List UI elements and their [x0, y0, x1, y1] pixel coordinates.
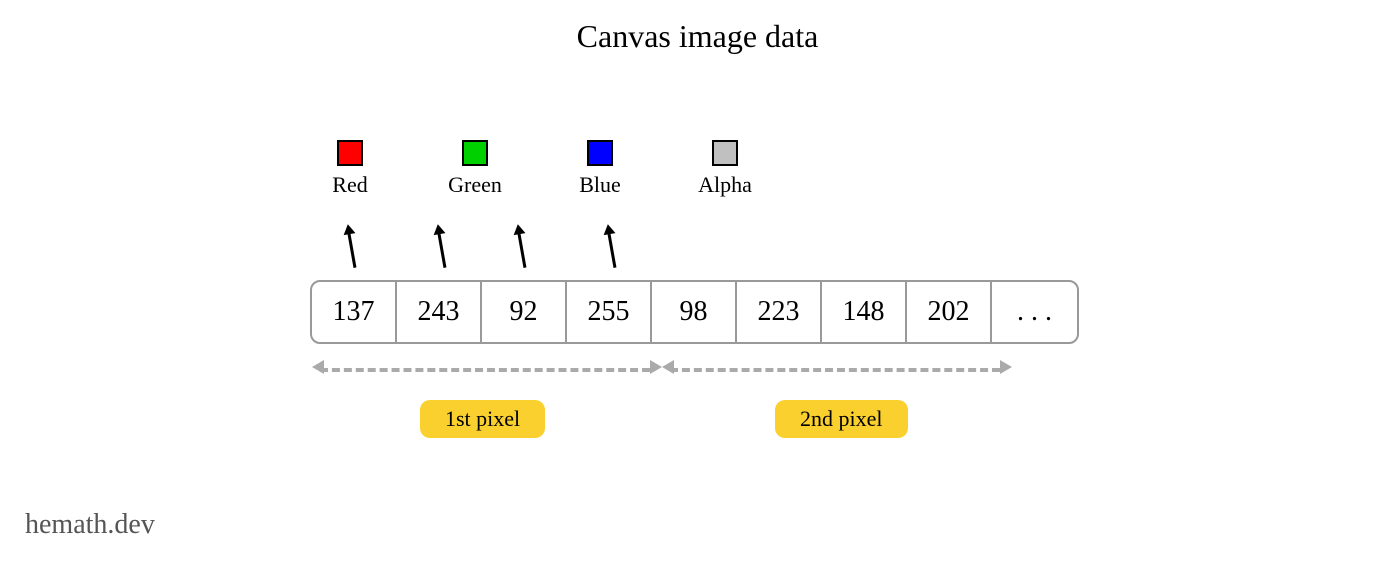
array-cell: 223 [737, 282, 822, 342]
arrow-right-icon [1000, 360, 1012, 374]
channel-label: Red [332, 172, 367, 198]
channel-legend: Red Green Blue Alpha [320, 140, 755, 198]
arrow-left-icon [312, 360, 324, 374]
channel-label: Blue [579, 172, 621, 198]
pixel-group-label: 2nd pixel [775, 400, 908, 438]
channel-red: Red [320, 140, 380, 198]
channel-blue: Blue [570, 140, 630, 198]
channel-green: Green [445, 140, 505, 198]
array-cell: 98 [652, 282, 737, 342]
connector-arrow-icon [347, 228, 357, 268]
blue-swatch-icon [587, 140, 613, 166]
array-cell: 137 [312, 282, 397, 342]
arrow-left-icon [662, 360, 674, 374]
channel-label: Alpha [698, 172, 752, 198]
connector-arrow-icon [607, 228, 617, 268]
channel-label: Green [448, 172, 502, 198]
array-cell: 255 [567, 282, 652, 342]
diagram-title: Canvas image data [0, 18, 1395, 55]
alpha-swatch-icon [712, 140, 738, 166]
connector-arrow-icon [517, 228, 527, 268]
red-swatch-icon [337, 140, 363, 166]
green-swatch-icon [462, 140, 488, 166]
array-cell: 92 [482, 282, 567, 342]
array-cell: 243 [397, 282, 482, 342]
byte-array: 137 243 92 255 98 223 148 202 . . . [310, 280, 1079, 344]
array-cell-ellipsis: . . . [992, 282, 1077, 342]
array-cell: 148 [822, 282, 907, 342]
range-line-icon [670, 368, 1000, 372]
watermark: hemath.dev [25, 509, 155, 541]
channel-alpha: Alpha [695, 140, 755, 198]
pixel-group-label: 1st pixel [420, 400, 545, 438]
arrow-right-icon [650, 360, 662, 374]
connector-arrow-icon [437, 228, 447, 268]
range-line-icon [320, 368, 650, 372]
array-cell: 202 [907, 282, 992, 342]
